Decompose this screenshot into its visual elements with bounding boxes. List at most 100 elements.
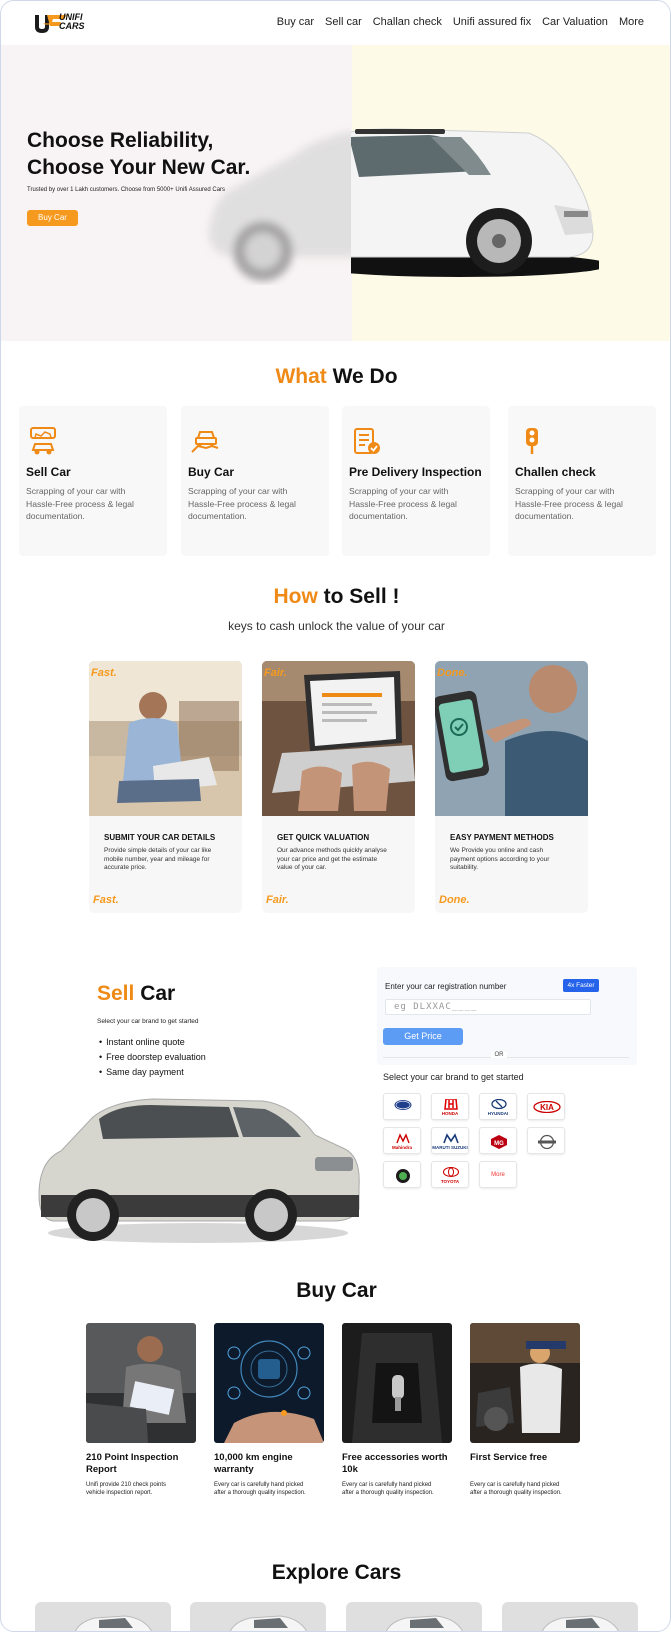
brand-skoda[interactable] xyxy=(383,1161,421,1188)
sell-car-title-rest: Car xyxy=(134,982,176,1005)
logo-text-line2: CARS xyxy=(59,21,85,31)
mechanic-inspection-photo xyxy=(86,1323,196,1443)
service-card-title: Sell Car xyxy=(26,465,71,479)
engine-hologram-photo xyxy=(214,1323,324,1443)
step-badge-bottom: Fair. xyxy=(266,894,289,906)
logo-text: UNIFI CARS xyxy=(59,13,85,31)
brand-label: HYUNDAI xyxy=(487,1111,509,1116)
feature-card-accessories: Free accessories worth 10k Every car is … xyxy=(342,1323,452,1503)
feature-title: 10,000 km engine warranty xyxy=(214,1452,293,1475)
feature-desc: Every car is carefully hand picked after… xyxy=(342,1482,434,1496)
what-we-do-cards: Sell Car Scrapping of your car with Hass… xyxy=(19,406,657,556)
feature-card-warranty: 10,000 km engine warranty Every car is c… xyxy=(214,1323,324,1503)
nav-buy-car[interactable]: Buy car xyxy=(277,16,314,28)
explore-car-card[interactable] xyxy=(346,1602,482,1631)
registration-box: Enter your car registration number 4x Fa… xyxy=(377,967,637,1065)
what-we-do-title-rest: We Do xyxy=(326,365,398,388)
step-badge: Done. xyxy=(437,667,468,679)
service-card-pre-delivery-inspection[interactable]: Pre Delivery Inspection Scrapping of you… xyxy=(342,406,490,556)
brand-toyota[interactable]: TOYOTA xyxy=(431,1161,469,1188)
sell-benefits-list: Instant online quote Free doorstep evalu… xyxy=(106,1035,206,1080)
hyundai-logo-icon xyxy=(491,1099,507,1110)
explore-car-card[interactable] xyxy=(35,1602,171,1631)
step-title: GET QUICK VALUATION xyxy=(277,833,370,842)
service-card-desc: Scrapping of your car with Hassle-Free p… xyxy=(349,486,457,521)
service-card-sell-car[interactable]: Sell Car Scrapping of your car with Hass… xyxy=(19,406,167,556)
brand-label: TOYOTA xyxy=(440,1179,460,1184)
explore-cars-title: Explore Cars xyxy=(271,1561,402,1584)
nav-challan-check[interactable]: Challan check xyxy=(373,16,442,28)
nav-links: Buy car Sell car Challan check Unifi ass… xyxy=(277,16,644,28)
mg-logo-text: MG xyxy=(494,1141,504,1147)
page: UNIFI CARS Buy car Sell car Challan chec… xyxy=(0,0,671,1632)
step-title: SUBMIT YOUR CAR DETAILS xyxy=(104,833,216,842)
how-to-sell-title: How to Sell ! xyxy=(1,585,670,609)
explore-car-thumbnail xyxy=(229,1615,307,1631)
honda-logo-icon xyxy=(444,1099,458,1110)
explore-car-thumbnail xyxy=(74,1615,152,1631)
brand-mg[interactable]: MG xyxy=(479,1127,517,1154)
benefit-item: Free doorstep evaluation xyxy=(106,1050,206,1065)
brand-select-label: Select your car brand to get started xyxy=(383,1072,524,1082)
feature-card-inspection: 210 Point Inspection Report Unifi provid… xyxy=(86,1323,196,1503)
brand-hyundai[interactable]: HYUNDAI xyxy=(479,1093,517,1120)
feature-desc: Every car is carefully hand picked after… xyxy=(214,1482,306,1496)
service-card-buy-car[interactable]: Buy Car Scrapping of your car with Hassl… xyxy=(181,406,329,556)
man-with-laptop-photo xyxy=(89,661,242,816)
step-badge-bottom: Fast. xyxy=(93,894,119,906)
explore-car-card[interactable] xyxy=(190,1602,326,1631)
brand-ford[interactable] xyxy=(383,1093,421,1120)
what-we-do-title: What We Do xyxy=(1,365,670,389)
brand-kia[interactable]: KIA xyxy=(527,1093,565,1120)
brand-honda[interactable]: HONDA xyxy=(431,1093,469,1120)
payment-received-phone-photo xyxy=(435,661,588,816)
service-card-challen-check[interactable]: Challen check Scrapping of your car with… xyxy=(508,406,656,556)
nav-car-valuation[interactable]: Car Valuation xyxy=(542,16,608,28)
step-title: EASY PAYMENT METHODS xyxy=(450,833,554,842)
service-card-desc: Scrapping of your car with Hassle-Free p… xyxy=(515,486,623,521)
explore-car-card[interactable] xyxy=(502,1602,638,1631)
step-badge: Fast. xyxy=(91,667,117,679)
nav-sell-car[interactable]: Sell car xyxy=(325,16,362,28)
sell-car-title: Sell Car xyxy=(97,982,175,1006)
feature-title: 210 Point Inspection Report xyxy=(86,1452,179,1475)
brand-maruti-suzuki[interactable]: MARUTI SUZUKI xyxy=(431,1127,469,1154)
skoda-logo-icon xyxy=(396,1169,410,1183)
buy-car-title: Buy Car xyxy=(296,1279,377,1302)
get-price-button[interactable]: Get Price xyxy=(383,1028,463,1045)
brand-nissan[interactable] xyxy=(527,1127,565,1154)
registration-input[interactable]: eg DLXXAC____ xyxy=(385,999,591,1015)
step-card-submit: Fast. SUBMIT YOUR CAR DETAILS Provide si… xyxy=(89,661,242,913)
mahindra-logo-icon xyxy=(396,1133,410,1144)
feature-desc: Every car is carefully hand picked after… xyxy=(470,1482,562,1496)
feature-title: First Service free xyxy=(470,1452,548,1463)
benefit-item: Same day payment xyxy=(106,1065,206,1080)
hero-title-line1: Choose Reliability, xyxy=(27,129,214,152)
brand-more-button[interactable]: More xyxy=(479,1161,517,1188)
nissan-logo-icon xyxy=(538,1134,556,1150)
faster-badge: 4x Faster xyxy=(563,979,599,992)
feature-title: Free accessories worth 10k xyxy=(342,1452,448,1475)
how-to-sell-subtitle: keys to cash unlock the value of your ca… xyxy=(228,619,445,633)
how-to-sell-title-accent: How xyxy=(273,585,318,608)
explore-car-thumbnail xyxy=(541,1615,619,1631)
step-badge: Fair. xyxy=(264,667,287,679)
brand-mahindra[interactable]: Mahindra xyxy=(383,1127,421,1154)
kia-logo-icon: KIA xyxy=(533,1101,561,1113)
hero-buy-car-button[interactable]: Buy Car xyxy=(27,210,78,226)
step-card-payment: Done. EASY PAYMENT METHODS We Provide yo… xyxy=(435,661,588,913)
step-desc: We Provide you online and cash payment o… xyxy=(450,847,550,871)
or-label: OR xyxy=(491,1052,507,1058)
brand-label: MARUTI SUZUKI xyxy=(432,1145,468,1150)
top-nav: UNIFI CARS Buy car Sell car Challan chec… xyxy=(1,1,670,45)
step-card-valuation: Fair. GET QUICK VALUATION Our advance me… xyxy=(262,661,415,913)
hero-section: Choose Reliability, Choose Your New Car.… xyxy=(1,45,670,341)
nav-more[interactable]: More xyxy=(619,16,644,28)
service-card-desc: Scrapping of your car with Hassle-Free p… xyxy=(188,486,296,521)
hero-subtitle: Trusted by over 1 Lakh customers. Choose… xyxy=(27,187,226,193)
ford-logo-icon xyxy=(394,1100,412,1110)
maruti-logo-icon xyxy=(443,1133,459,1144)
sell-car-icon xyxy=(30,427,56,455)
nav-unifi-assured-fix[interactable]: Unifi assured fix xyxy=(453,16,531,28)
step-desc: Provide simple details of your car like … xyxy=(104,847,212,871)
